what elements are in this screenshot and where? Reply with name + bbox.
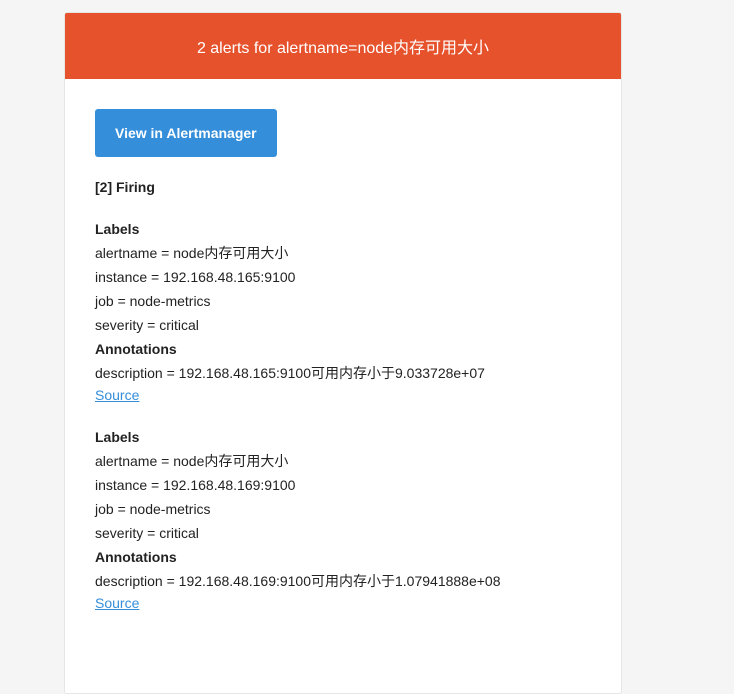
firing-count: [2] Firing (95, 179, 155, 195)
annotation-description: description = 192.168.48.165:9100可用内存小于9… (95, 365, 485, 381)
label-alertname: alertname = node内存可用大小 (95, 245, 289, 261)
source-link[interactable]: Source (95, 385, 139, 405)
label-instance: instance = 192.168.48.165:9100 (95, 269, 296, 285)
email-content: View in Alertmanager [2] Firing Labels a… (65, 79, 621, 613)
label-alertname: alertname = node内存可用大小 (95, 453, 289, 469)
label-job: job = node-metrics (95, 501, 211, 517)
label-severity: severity = critical (95, 525, 199, 541)
labels-heading: Labels (95, 429, 140, 445)
view-in-alertmanager-button[interactable]: View in Alertmanager (95, 109, 277, 157)
annotations-heading: Annotations (95, 549, 177, 565)
source-link[interactable]: Source (95, 593, 139, 613)
alert-item: Labels alertname = node内存可用大小 instance =… (95, 217, 591, 405)
annotations-heading: Annotations (95, 341, 177, 357)
annotation-description: description = 192.168.48.169:9100可用内存小于1… (95, 573, 501, 589)
alert-header: 2 alerts for alertname=node内存可用大小 (65, 13, 621, 79)
email-card: 2 alerts for alertname=node内存可用大小 View i… (64, 12, 622, 694)
labels-heading: Labels (95, 221, 140, 237)
label-job: job = node-metrics (95, 293, 211, 309)
alert-item: Labels alertname = node内存可用大小 instance =… (95, 425, 591, 613)
label-severity: severity = critical (95, 317, 199, 333)
alert-header-title: 2 alerts for alertname=node内存可用大小 (196, 40, 490, 57)
label-instance: instance = 192.168.48.169:9100 (95, 477, 296, 493)
